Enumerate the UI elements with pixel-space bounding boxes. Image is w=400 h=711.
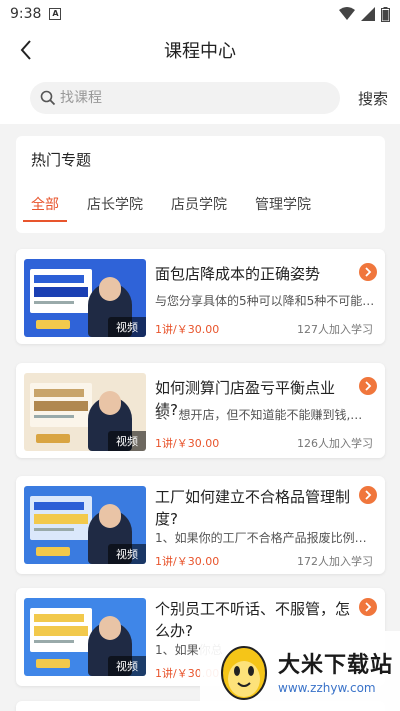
- search-icon: [40, 90, 56, 106]
- course-description: 1、 想开店，但不知道能不能赚到钱,…: [155, 408, 363, 422]
- course-card[interactable]: 视频 工厂如何建立不合格品管理制度? 1、如果你的工厂不合格产品报废比例非… 1…: [16, 476, 385, 574]
- course-price: 1讲/￥30.00: [155, 555, 220, 568]
- course-thumbnail: 视频: [24, 486, 146, 564]
- topic-tabs: 全部 店长学院 店员学院 管理学院: [16, 194, 324, 222]
- thumbnail-graphic: [36, 434, 70, 443]
- course-title: 工厂如何建立不合格品管理制度?: [155, 488, 351, 528]
- app-header: 课程中心: [0, 28, 400, 72]
- rice-mascot-icon: [221, 646, 267, 700]
- course-card[interactable]: 视频 面包店降成本的正确姿势 与您分享具体的5种可以降和5种不可能… 1讲/￥3…: [16, 249, 385, 344]
- instructor-photo: [99, 616, 121, 640]
- watermark-url: www.zzhyw.com: [278, 681, 376, 695]
- course-thumbnail: 视频: [24, 373, 146, 451]
- signal-icon: [361, 7, 375, 21]
- search-box[interactable]: [30, 82, 340, 114]
- back-arrow-icon: [20, 40, 31, 60]
- course-arrow-button[interactable]: [359, 486, 377, 504]
- course-title: 面包店降成本的正确姿势: [155, 265, 321, 283]
- instructor-photo: [99, 391, 121, 415]
- tab-store-manager-academy[interactable]: 店长学院: [87, 194, 143, 222]
- chevron-right-icon: [365, 381, 372, 391]
- hot-topics-card: 热门专题 全部 店长学院 店员学院 管理学院: [16, 136, 385, 233]
- course-thumbnail: 视频: [24, 598, 146, 676]
- thumbnail-graphic: [30, 608, 92, 652]
- thumbnail-graphic: [36, 320, 70, 329]
- battery-icon: [381, 6, 390, 22]
- video-tag: 视频: [108, 544, 146, 564]
- thumbnail-graphic: [30, 383, 92, 427]
- chevron-right-icon: [365, 490, 372, 500]
- tab-all[interactable]: 全部: [23, 194, 67, 222]
- notification-badge-icon: A: [49, 8, 62, 20]
- status-icons: [339, 6, 390, 22]
- tab-management-academy[interactable]: 管理学院: [255, 194, 311, 222]
- status-bar: 9:38 A: [0, 0, 400, 28]
- video-tag: 视频: [108, 431, 146, 451]
- search-input[interactable]: [60, 90, 300, 106]
- status-time: 9:38: [10, 6, 42, 22]
- course-description: 1、如果你的工厂不合格产品报废比例非…: [155, 531, 377, 545]
- tab-clerk-academy[interactable]: 店员学院: [171, 194, 227, 222]
- search-button[interactable]: 搜索: [358, 88, 388, 109]
- page-title: 课程中心: [164, 41, 236, 62]
- chevron-right-icon: [365, 267, 372, 277]
- thumbnail-graphic: [36, 659, 70, 668]
- back-button[interactable]: [12, 34, 40, 66]
- video-tag: 视频: [108, 317, 146, 337]
- learner-count: 126人加入学习: [297, 437, 373, 450]
- watermark-title: 大米下载站: [278, 653, 394, 678]
- course-price: 1讲/￥30.00: [155, 323, 220, 336]
- watermark: 大米下载站 www.zzhyw.com: [200, 631, 400, 711]
- course-description: 与您分享具体的5种可以降和5种不可能…: [155, 294, 375, 308]
- course-card[interactable]: 视频 如何测算门店盈亏平衡点业绩? 1、 想开店，但不知道能不能赚到钱,… 1讲…: [16, 363, 385, 458]
- instructor-photo: [99, 504, 121, 528]
- course-thumbnail: 视频: [24, 259, 146, 337]
- instructor-photo: [99, 277, 121, 301]
- course-arrow-button[interactable]: [359, 263, 377, 281]
- search-bar: 搜索: [0, 72, 400, 124]
- learner-count: 172人加入学习: [297, 555, 373, 568]
- thumbnail-graphic: [36, 547, 70, 556]
- wifi-icon: [339, 7, 355, 20]
- course-arrow-button[interactable]: [359, 377, 377, 395]
- hot-topics-heading: 热门专题: [31, 151, 92, 169]
- video-tag: 视频: [108, 656, 146, 676]
- learner-count: 127人加入学习: [297, 323, 373, 336]
- course-price: 1讲/￥30.00: [155, 437, 220, 450]
- thumbnail-graphic: [30, 269, 92, 313]
- chevron-right-icon: [365, 602, 372, 612]
- course-arrow-button[interactable]: [359, 598, 377, 616]
- thumbnail-graphic: [30, 496, 92, 540]
